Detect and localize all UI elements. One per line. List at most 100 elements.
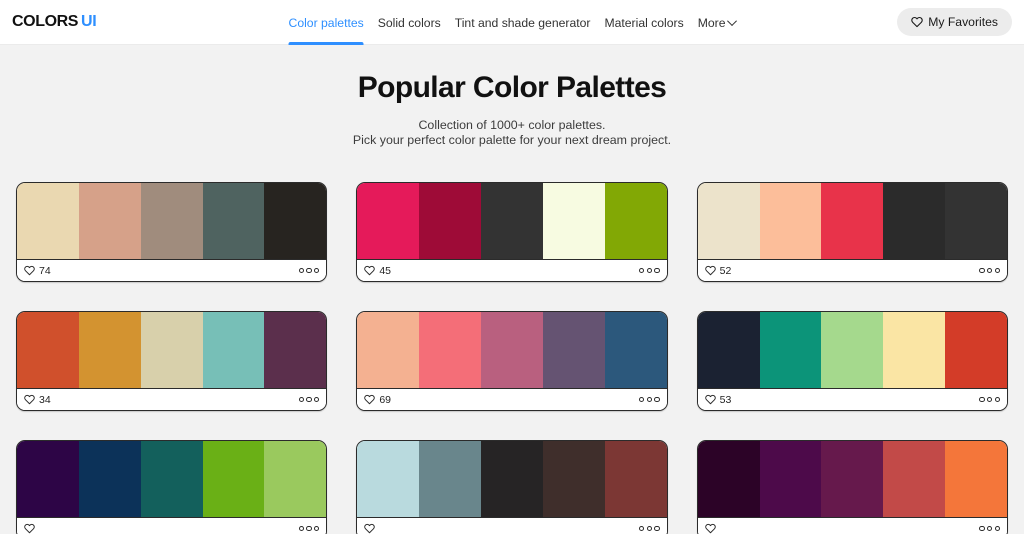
color-swatch[interactable]: [759, 183, 822, 260]
three-circles-icon: [987, 526, 993, 532]
palette-swatches: [17, 441, 327, 518]
color-swatch[interactable]: [140, 183, 203, 260]
color-swatch[interactable]: [604, 441, 667, 518]
color-swatch[interactable]: [78, 183, 141, 260]
more-options-button[interactable]: [298, 268, 320, 274]
heart-outline-icon: [704, 524, 716, 534]
color-swatch[interactable]: [821, 183, 884, 260]
color-swatch[interactable]: [945, 312, 1007, 389]
more-options-button[interactable]: [979, 397, 1000, 403]
palette-card-footer: [17, 517, 327, 534]
color-swatch[interactable]: [357, 312, 420, 389]
palette-card[interactable]: [696, 440, 1008, 534]
like-button[interactable]: 52: [704, 265, 731, 277]
site-logo[interactable]: COLORS UI: [12, 13, 97, 31]
heart-outline-icon: [364, 395, 376, 405]
palette-card[interactable]: 74: [16, 182, 328, 283]
nav-item-more[interactable]: More: [698, 0, 737, 45]
more-options-button[interactable]: [639, 268, 660, 274]
palette-card[interactable]: 45: [356, 182, 668, 283]
palette-card-footer: 74: [17, 259, 327, 282]
color-swatch[interactable]: [697, 312, 760, 389]
color-swatch[interactable]: [202, 441, 265, 518]
color-swatch[interactable]: [264, 441, 327, 518]
color-swatch[interactable]: [481, 312, 543, 389]
palette-card-footer: 34: [17, 388, 327, 411]
like-button[interactable]: 34: [24, 394, 51, 406]
my-favorites-button[interactable]: My Favorites: [897, 8, 1012, 36]
palette-card-footer: 69: [357, 388, 667, 411]
color-swatch[interactable]: [17, 441, 79, 518]
palette-card-footer: [357, 517, 667, 534]
three-circles-icon: [994, 397, 1000, 403]
color-swatch[interactable]: [945, 183, 1007, 260]
nav-item-solid-colors[interactable]: Solid colors: [378, 0, 441, 45]
like-button[interactable]: [24, 523, 39, 534]
heart-outline-icon: [704, 395, 716, 405]
palette-swatches: [357, 312, 667, 389]
color-swatch[interactable]: [140, 312, 203, 389]
color-swatch[interactable]: [697, 183, 760, 260]
nav-item-material-colors[interactable]: Material colors: [604, 0, 683, 45]
color-swatch[interactable]: [542, 312, 605, 389]
three-circles-icon: [314, 268, 320, 274]
color-swatch[interactable]: [697, 441, 760, 518]
color-swatch[interactable]: [759, 312, 822, 389]
color-swatch[interactable]: [17, 183, 79, 260]
color-swatch[interactable]: [17, 312, 79, 389]
color-swatch[interactable]: [604, 183, 667, 260]
color-swatch[interactable]: [202, 183, 265, 260]
color-swatch[interactable]: [821, 312, 884, 389]
palette-card[interactable]: [356, 440, 668, 534]
color-swatch[interactable]: [481, 183, 543, 260]
color-swatch[interactable]: [542, 441, 605, 518]
palette-card[interactable]: 34: [16, 311, 328, 412]
color-swatch[interactable]: [419, 183, 482, 260]
more-options-button[interactable]: [979, 526, 1000, 532]
color-swatch[interactable]: [945, 441, 1007, 518]
like-button[interactable]: 53: [704, 394, 731, 406]
more-options-button[interactable]: [979, 268, 1000, 274]
color-swatch[interactable]: [883, 183, 946, 260]
color-swatch[interactable]: [357, 183, 420, 260]
palette-card[interactable]: 69: [356, 311, 668, 412]
color-swatch[interactable]: [821, 441, 884, 518]
more-options-button[interactable]: [298, 397, 320, 403]
like-button[interactable]: 69: [364, 394, 391, 406]
like-button[interactable]: [364, 523, 379, 534]
heart-outline-icon: [364, 266, 376, 276]
color-swatch[interactable]: [883, 312, 946, 389]
color-swatch[interactable]: [883, 441, 946, 518]
color-swatch[interactable]: [264, 312, 327, 389]
like-button[interactable]: [704, 523, 720, 534]
like-button[interactable]: 45: [364, 265, 391, 277]
more-options-button[interactable]: [639, 526, 660, 532]
palette-card[interactable]: 52: [696, 182, 1008, 283]
color-swatch[interactable]: [140, 441, 203, 518]
palette-grid: 74 45 52 34 69 53: [0, 182, 1024, 534]
color-swatch[interactable]: [604, 312, 667, 389]
nav-label: Material colors: [604, 15, 684, 30]
color-swatch[interactable]: [264, 183, 327, 260]
more-options-button[interactable]: [639, 397, 660, 403]
color-swatch[interactable]: [759, 441, 822, 518]
color-swatch[interactable]: [419, 312, 482, 389]
palette-swatches: [697, 441, 1007, 518]
three-circles-icon: [646, 397, 652, 403]
color-swatch[interactable]: [542, 183, 605, 260]
three-circles-icon: [639, 397, 645, 403]
more-options-button[interactable]: [298, 526, 320, 532]
palette-card[interactable]: 53: [696, 311, 1008, 412]
color-swatch[interactable]: [202, 312, 265, 389]
nav-item-color-palettes[interactable]: Color palettes: [288, 0, 364, 45]
palette-swatches: [697, 183, 1007, 260]
color-swatch[interactable]: [419, 441, 482, 518]
palette-card-footer: 45: [357, 259, 667, 282]
color-swatch[interactable]: [78, 441, 141, 518]
color-swatch[interactable]: [357, 441, 420, 518]
color-swatch[interactable]: [481, 441, 543, 518]
color-swatch[interactable]: [78, 312, 141, 389]
like-button[interactable]: 74: [24, 265, 51, 277]
palette-card[interactable]: [16, 440, 328, 534]
nav-item-tint-and-shade-generator[interactable]: Tint and shade generator: [455, 0, 591, 45]
